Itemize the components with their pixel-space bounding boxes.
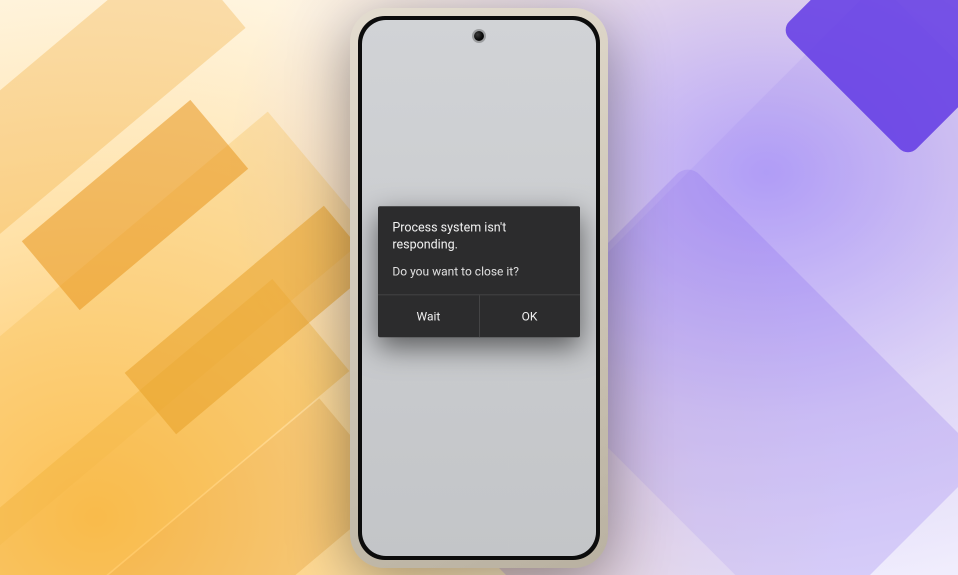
anr-dialog: Process system isn't responding. Do you … — [378, 206, 579, 337]
phone-screen: Process system isn't responding. Do you … — [362, 20, 596, 556]
phone-frame: Process system isn't responding. Do you … — [350, 8, 608, 568]
dialog-message: Do you want to close it? — [392, 264, 565, 278]
canvas: Process system isn't responding. Do you … — [0, 0, 958, 575]
phone-mockup: Process system isn't responding. Do you … — [350, 8, 608, 568]
wait-button[interactable]: Wait — [378, 295, 478, 337]
dialog-title: Process system isn't responding. — [392, 220, 565, 254]
ok-button[interactable]: OK — [480, 295, 580, 337]
dialog-actions: Wait OK — [378, 295, 579, 337]
dialog-body: Process system isn't responding. Do you … — [378, 206, 579, 294]
front-camera-icon — [474, 31, 484, 41]
phone-bezel: Process system isn't responding. Do you … — [358, 16, 600, 560]
